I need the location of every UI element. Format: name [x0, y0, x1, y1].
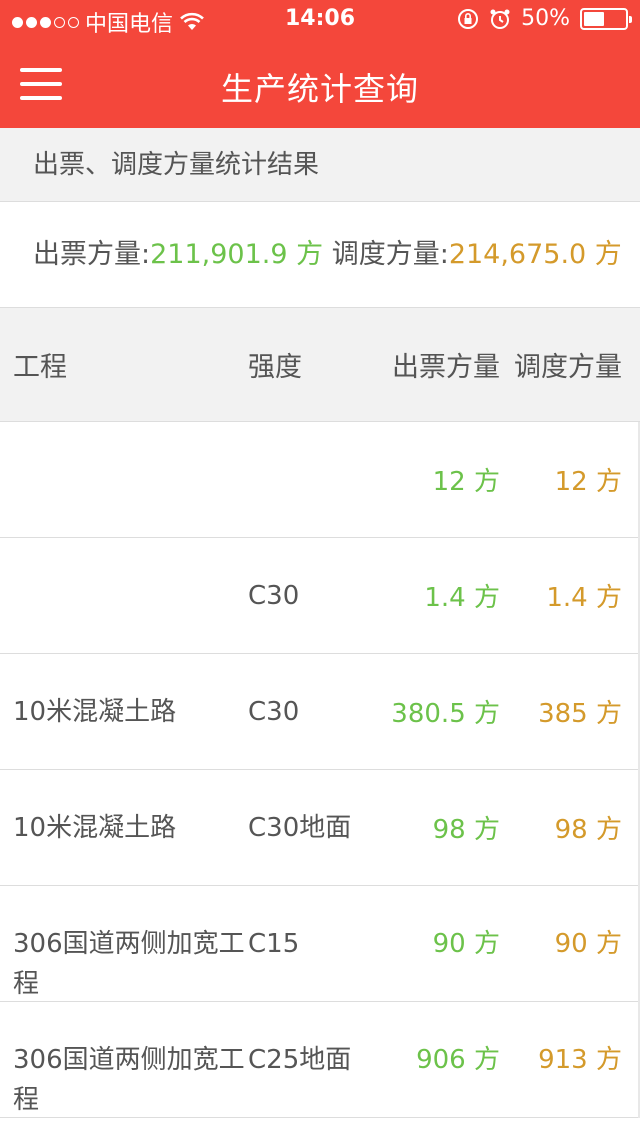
- cell-strength: C30: [248, 580, 300, 611]
- ticket-total-value: 211,901.9 方: [150, 239, 324, 270]
- table-row[interactable]: 12 方 12 方: [0, 422, 638, 538]
- header-project: 工程: [13, 352, 67, 383]
- cell-ticket-volume: 380.5 方: [391, 699, 500, 729]
- battery-icon: [580, 7, 632, 30]
- cell-project: 306国道两侧加宽工程: [13, 1045, 245, 1115]
- cell-dispatch-volume: 913 方: [538, 1045, 622, 1075]
- cell-strength: C30地面: [248, 812, 352, 843]
- app-screen: 中国电信 14:06 50% 生产统计查询 出票、调度方量统计结果 出票方量:2…: [0, 0, 640, 1136]
- header-dispatch-volume: 调度方量: [514, 352, 622, 383]
- cell-ticket-volume: 12 方: [432, 467, 500, 497]
- summary-totals: 出票方量:211,901.9 方 调度方量:214,675.0 方: [0, 202, 640, 308]
- cell-strength: C15: [248, 929, 300, 959]
- cell-project: 10米混凝土路: [13, 812, 177, 843]
- dispatch-total-label: 调度方量:: [331, 239, 449, 270]
- cell-ticket-volume: 1.4 方: [424, 583, 500, 613]
- header-ticket-volume: 出票方量: [392, 352, 500, 383]
- rotation-lock-icon: [458, 8, 479, 29]
- cell-ticket-volume: 90 方: [432, 929, 500, 959]
- table-row[interactable]: C30 1.4 方 1.4 方: [0, 538, 638, 654]
- table-row[interactable]: 10米混凝土路 C30地面 98 方 98 方: [0, 770, 638, 886]
- table-row[interactable]: 306国道两侧加宽工程 C15 90 方 90 方: [0, 886, 638, 1002]
- cell-ticket-volume: 98 方: [432, 815, 500, 845]
- top-bar: 中国电信 14:06 50% 生产统计查询: [0, 0, 640, 128]
- cell-project: 306国道两侧加宽工程: [13, 929, 245, 999]
- table-row[interactable]: 10米混凝土路 C30 380.5 方 385 方: [0, 654, 638, 770]
- cell-dispatch-volume: 1.4 方: [546, 583, 622, 613]
- battery-level: [584, 11, 604, 26]
- cell-dispatch-volume: 98 方: [554, 815, 622, 845]
- cell-dispatch-volume: 385 方: [538, 699, 622, 729]
- cell-strength: C30: [248, 696, 300, 727]
- table-header: 工程 强度 出票方量 调度方量: [0, 308, 640, 422]
- page-title: 生产统计查询: [220, 70, 419, 108]
- cell-ticket-volume: 906 方: [416, 1045, 500, 1075]
- navigation-bar: 生产统计查询: [0, 40, 640, 128]
- status-right: 50%: [457, 6, 632, 31]
- header-strength: 强度: [248, 352, 302, 383]
- cell-dispatch-volume: 90 方: [554, 929, 622, 959]
- ticket-total-label: 出票方量:: [33, 239, 151, 270]
- table-row[interactable]: 306国道两侧加宽工程 C25地面 906 方 913 方: [0, 1002, 638, 1118]
- dispatch-total-value: 214,675.0 方: [448, 239, 622, 270]
- cell-strength: C25地面: [248, 1045, 352, 1075]
- status-bar: 中国电信 14:06 50%: [0, 0, 640, 40]
- cell-dispatch-volume: 12 方: [554, 467, 622, 497]
- battery-percent: 50%: [521, 6, 570, 31]
- section-title: 出票、调度方量统计结果: [0, 128, 640, 202]
- alarm-icon: [490, 9, 510, 29]
- table-body: 12 方 12 方 C30 1.4 方 1.4 方 10米混凝土路 C30 38…: [0, 422, 640, 1118]
- cell-project: 10米混凝土路: [13, 696, 177, 727]
